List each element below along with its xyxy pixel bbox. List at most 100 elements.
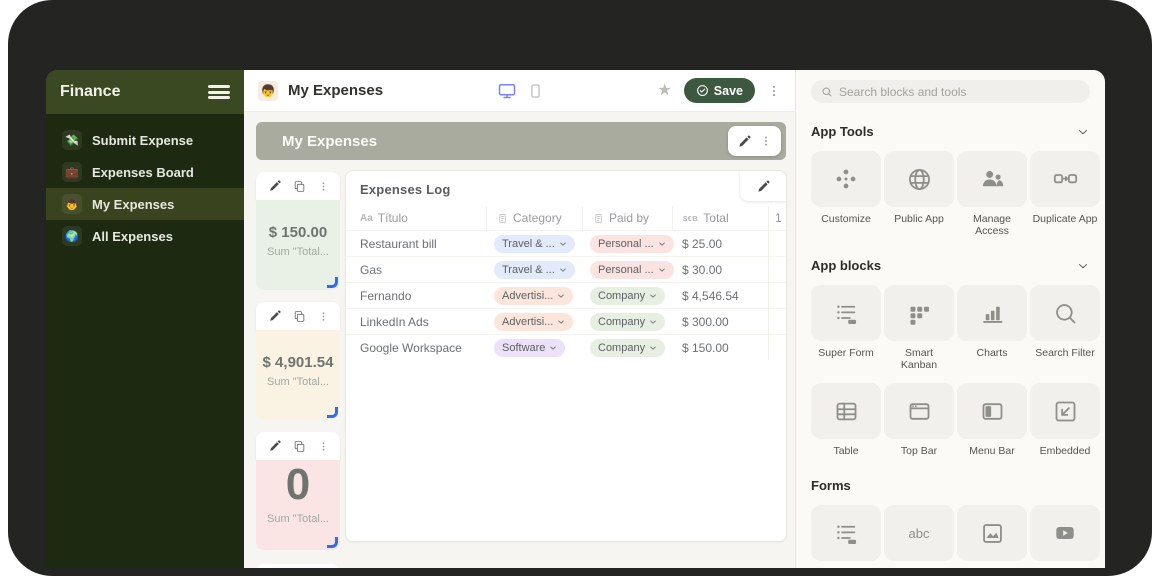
tile-image[interactable]: Image bbox=[957, 505, 1027, 568]
table-title: Expenses Log bbox=[360, 182, 451, 197]
save-button[interactable]: Save bbox=[683, 78, 755, 103]
column-label: Título bbox=[377, 211, 408, 225]
search-input[interactable] bbox=[839, 84, 1080, 99]
column-header-paid-by[interactable]: Paid by bbox=[582, 206, 672, 230]
table-row[interactable]: Gas Travel & ... Personal ... $ 30.00 bbox=[346, 256, 786, 282]
tile-customize[interactable]: Customize bbox=[811, 151, 881, 237]
youtube-icon bbox=[1030, 505, 1100, 561]
block-more-icon[interactable] bbox=[760, 134, 772, 148]
category-select[interactable]: Advertisi... bbox=[494, 312, 574, 331]
hamburger-menu-icon[interactable] bbox=[208, 85, 230, 99]
tile-super-form[interactable]: Super Form bbox=[811, 505, 881, 568]
field-type-icon bbox=[497, 213, 508, 224]
blocks-search[interactable] bbox=[811, 80, 1090, 103]
duplicate-icon[interactable] bbox=[293, 180, 306, 193]
edit-pencil-icon[interactable] bbox=[268, 309, 282, 323]
table-row[interactable]: Fernando Advertisi... Company $ 4,546.54 bbox=[346, 282, 786, 308]
metric-card[interactable]: $ 150.00 Sum "Total... bbox=[256, 200, 340, 290]
metric-caption: Sum "Total... bbox=[267, 246, 329, 258]
table-edit-button[interactable] bbox=[740, 171, 786, 201]
tile-charts[interactable]: Charts bbox=[957, 285, 1027, 371]
cell-total: $ 4,546.54 bbox=[682, 288, 739, 303]
favorite-star-icon[interactable]: ★ bbox=[657, 82, 671, 99]
page-emoji: 👦 bbox=[258, 80, 278, 101]
chevron-down-icon[interactable] bbox=[1076, 125, 1090, 139]
page-header-block[interactable]: My Expenses bbox=[256, 122, 786, 160]
tile-menu-bar[interactable]: Menu Bar bbox=[957, 383, 1027, 457]
toolbar-right: ★ Save bbox=[657, 78, 781, 103]
section-header-app-tools[interactable]: App Tools bbox=[811, 124, 1090, 139]
tile-grid: Customize Public App Manage Access Dupli… bbox=[811, 151, 1100, 237]
metric-block-toolbar bbox=[256, 172, 340, 200]
image-icon bbox=[957, 505, 1027, 561]
tile-super-form[interactable]: Super Form bbox=[811, 285, 881, 371]
duplicate-icon[interactable] bbox=[293, 310, 306, 323]
resize-handle[interactable] bbox=[327, 407, 338, 418]
metric-caption: Sum "Total... bbox=[267, 376, 329, 388]
block-more-icon[interactable] bbox=[318, 180, 329, 193]
tile-duplicate-app[interactable]: Duplicate App bbox=[1030, 151, 1100, 237]
desktop-preview-icon[interactable] bbox=[497, 81, 517, 101]
paid-by-select[interactable]: Personal ... bbox=[590, 234, 674, 253]
tile-label: Customize bbox=[821, 213, 871, 225]
column-header-título[interactable]: Aa Título bbox=[346, 206, 486, 230]
sidebar-item-emoji: 💸 bbox=[62, 130, 82, 150]
tile-public-app[interactable]: Public App bbox=[884, 151, 954, 237]
category-select[interactable]: Software bbox=[494, 338, 566, 357]
category-select[interactable]: Travel & ... bbox=[494, 234, 575, 253]
tile-table[interactable]: Table bbox=[811, 383, 881, 457]
mobile-preview-icon[interactable] bbox=[527, 82, 544, 100]
tile-top-bar[interactable]: Top Bar bbox=[884, 383, 954, 457]
cell-title: Fernando bbox=[360, 288, 412, 303]
tile-smart-kanban[interactable]: Smart Kanban bbox=[884, 285, 954, 371]
paid-by-select[interactable]: Company bbox=[590, 338, 666, 357]
app-name: Finance bbox=[60, 83, 121, 100]
duplicate-icon[interactable] bbox=[293, 440, 306, 453]
column-header-category[interactable]: Category bbox=[486, 206, 582, 230]
column-header-total[interactable]: $€B Total bbox=[672, 206, 768, 230]
table-row[interactable]: LinkedIn Ads Advertisi... Company $ 300.… bbox=[346, 308, 786, 334]
paid-by-select[interactable]: Company bbox=[590, 312, 666, 331]
sidebar-item-expenses-board[interactable]: 💼 Expenses Board bbox=[46, 156, 244, 188]
tile-embedded[interactable]: Embedded bbox=[1030, 383, 1100, 457]
field-type-icon: Aa bbox=[360, 212, 373, 224]
sidebar-item-label: Submit Expense bbox=[92, 132, 194, 148]
tile-label: Top Bar bbox=[900, 445, 938, 457]
tile-manage-access[interactable]: Manage Access bbox=[957, 151, 1027, 237]
metric-column: $ 150.00 Sum "Total... $ 4,901.54 Sum "T… bbox=[256, 172, 340, 568]
resize-handle[interactable] bbox=[327, 277, 338, 288]
toolbar-more-icon[interactable] bbox=[767, 83, 781, 99]
category-select[interactable]: Advertisi... bbox=[494, 286, 574, 305]
sidebar-item-my-expenses[interactable]: 👦 My Expenses bbox=[46, 188, 244, 220]
paid-by-select[interactable]: Company bbox=[590, 286, 666, 305]
sidebar-item-submit-expense[interactable]: 💸 Submit Expense bbox=[46, 124, 244, 156]
metric-card[interactable]: 0 Sum "Total... bbox=[256, 460, 340, 550]
tile-text[interactable]: abc Text bbox=[884, 505, 954, 568]
table-block[interactable]: Expenses Log Aa Título Category Paid by $€B T… bbox=[345, 170, 787, 542]
cell-total: $ 25.00 bbox=[682, 236, 723, 251]
sidebar-nav: 💸 Submit Expense 💼 Expenses Board 👦 My Exp… bbox=[46, 114, 244, 252]
sidebar-item-all-expenses[interactable]: 🌍 All Expenses bbox=[46, 220, 244, 252]
table-row[interactable]: Google Workspace Software Company $ 150.… bbox=[346, 334, 786, 360]
tile-search-filter[interactable]: Search Filter bbox=[1030, 285, 1100, 371]
edit-pencil-icon[interactable] bbox=[268, 439, 282, 453]
section-header-app-blocks[interactable]: App blocks bbox=[811, 258, 1090, 273]
block-more-icon[interactable] bbox=[318, 310, 329, 323]
tile-label: Embedded bbox=[1039, 445, 1091, 457]
customize-icon bbox=[811, 151, 881, 207]
edit-pencil-icon[interactable] bbox=[737, 134, 752, 149]
chevron-down-icon[interactable] bbox=[1076, 259, 1090, 273]
sidebar-item-emoji: 👦 bbox=[62, 194, 82, 214]
edit-pencil-icon[interactable] bbox=[268, 179, 282, 193]
tile-youtube[interactable]: Youtube bbox=[1030, 505, 1100, 568]
cell-total: $ 30.00 bbox=[682, 262, 723, 277]
paid-by-select[interactable]: Personal ... bbox=[590, 260, 674, 279]
resize-handle[interactable] bbox=[327, 537, 338, 548]
tile-grid: Super Form Smart Kanban Charts Search Fi… bbox=[811, 285, 1100, 457]
category-select[interactable]: Travel & ... bbox=[494, 260, 575, 279]
metric-card[interactable]: $ 4,901.54 Sum "Total... bbox=[256, 330, 340, 420]
tile-label: Smart Kanban bbox=[900, 347, 938, 371]
block-more-icon[interactable] bbox=[318, 440, 329, 453]
section-title: Forms bbox=[811, 478, 851, 493]
table-row[interactable]: Restaurant bill Travel & ... Personal ..… bbox=[346, 230, 786, 256]
